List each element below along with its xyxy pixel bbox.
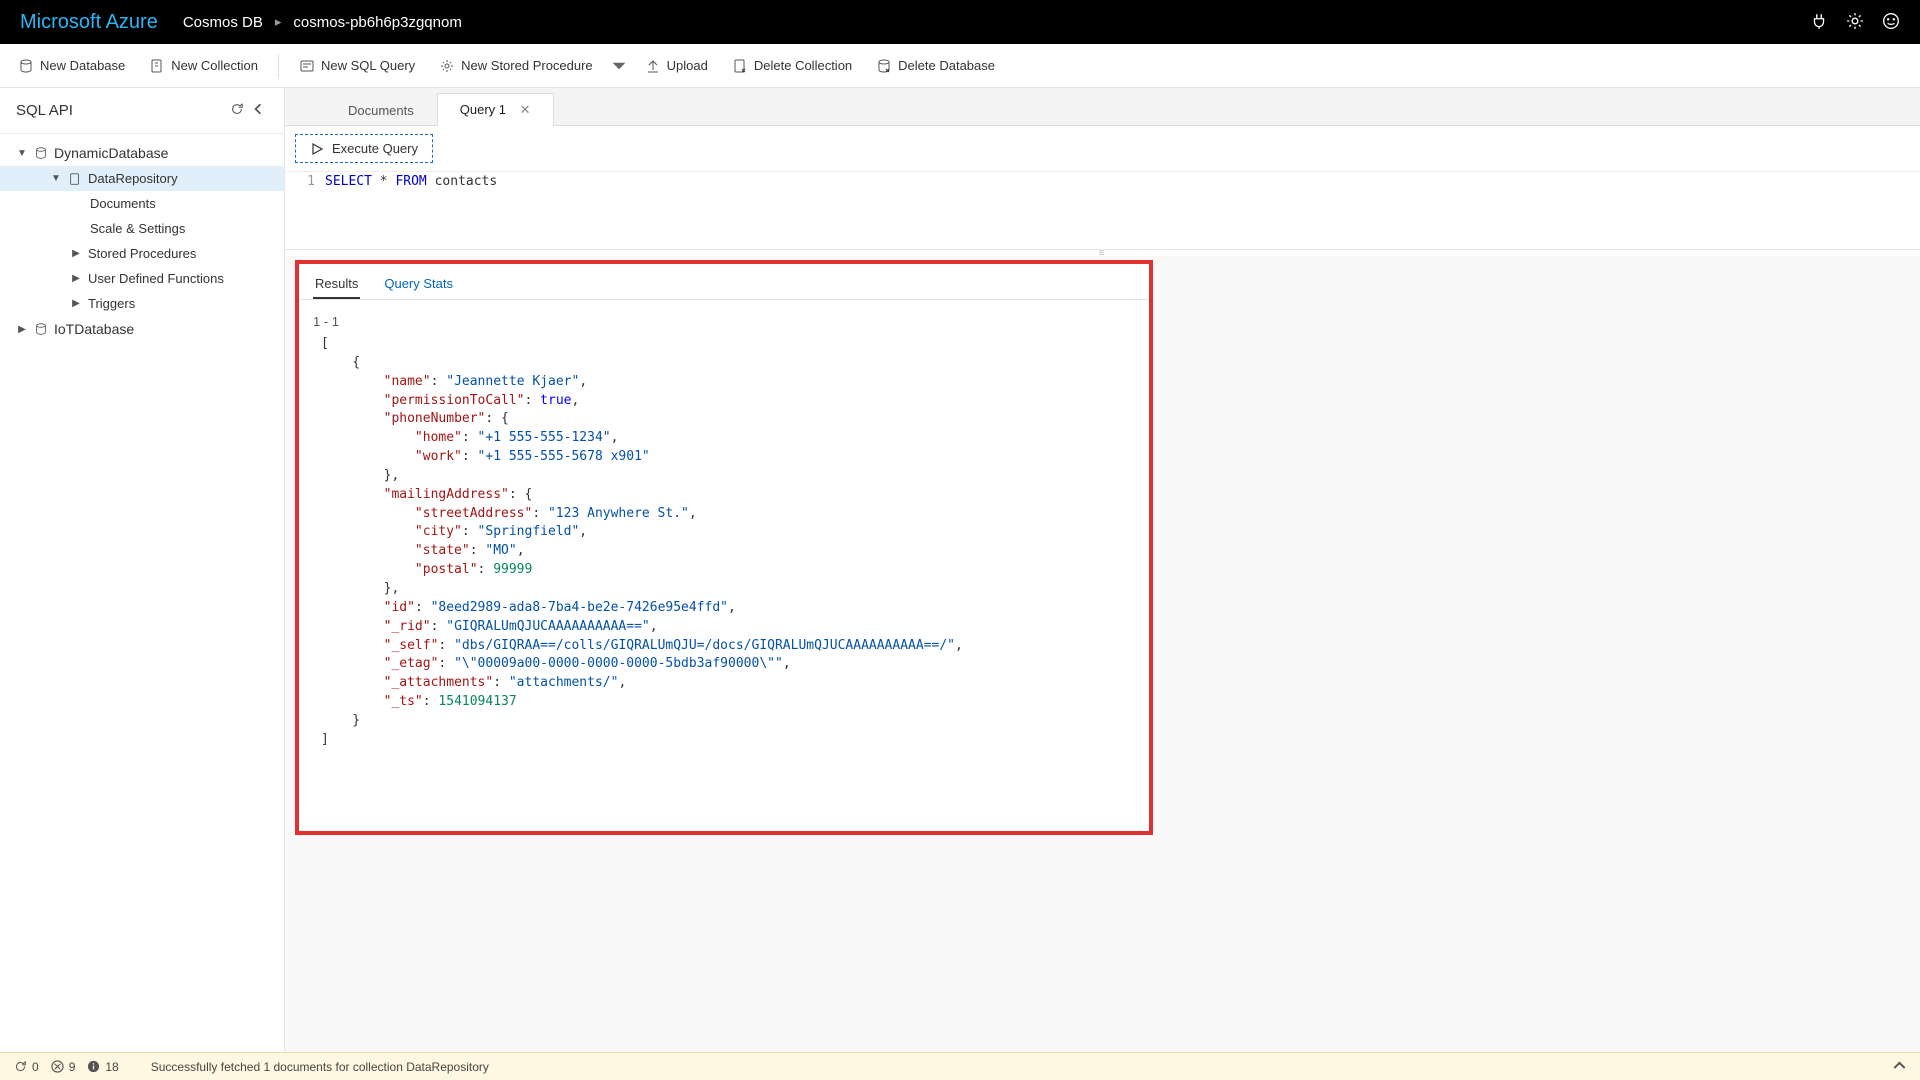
brand-logo[interactable]: Microsoft Azure <box>20 11 158 34</box>
new-stored-procedure-dropdown[interactable] <box>607 52 631 80</box>
tree-item-scale-settings[interactable]: Scale & Settings <box>0 216 284 241</box>
status-errors[interactable]: 9 <box>51 1060 76 1074</box>
delete-database-button[interactable]: Delete Database <box>866 52 1005 80</box>
tree-item-stored-procedures[interactable]: ▶Stored Procedures <box>0 241 284 266</box>
execute-query-label: Execute Query <box>332 141 418 156</box>
toolbar: New Database New Collection New SQL Quer… <box>0 44 1920 88</box>
new-sql-query-label: New SQL Query <box>321 58 415 73</box>
collapse-icon[interactable] <box>248 99 268 122</box>
tree-db1-label: DynamicDatabase <box>54 145 168 161</box>
tree-database-dynamic[interactable]: ▼ DynamicDatabase <box>0 140 284 166</box>
results-panel-highlighted: Results Query Stats 1 - 1 [ { "name": "J… <box>295 260 1153 835</box>
plug-icon[interactable] <box>1810 12 1828 33</box>
content: Documents Query 1 ✕ Execute Query 1 SELE… <box>285 88 1920 1052</box>
tree-item-triggers[interactable]: ▶Triggers <box>0 291 284 316</box>
status-expand-icon[interactable] <box>1893 1059 1906 1075</box>
refresh-icon[interactable] <box>226 98 248 123</box>
execute-query-button[interactable]: Execute Query <box>295 134 433 163</box>
chevron-right-icon[interactable]: ▶ <box>16 324 28 335</box>
tree-item-documents[interactable]: Documents <box>0 191 284 216</box>
tree: ▼ DynamicDatabase ▼ DataRepository Docum… <box>0 134 284 348</box>
status-message: Successfully fetched 1 documents for col… <box>151 1060 489 1074</box>
new-stored-procedure-label: New Stored Procedure <box>461 58 593 73</box>
close-tab-icon[interactable]: ✕ <box>520 102 531 117</box>
chevron-down-icon[interactable]: ▼ <box>50 173 62 184</box>
chevron-right-icon[interactable]: ▶ <box>70 248 82 259</box>
new-database-label: New Database <box>40 58 125 73</box>
json-results-view[interactable]: [ { "name": "Jeannette Kjaer", "permissi… <box>299 335 1149 760</box>
new-collection-button[interactable]: New Collection <box>139 52 268 80</box>
chevron-down-icon[interactable]: ▼ <box>16 148 28 159</box>
line-number: 1 <box>295 174 325 189</box>
sidebar-title: SQL API <box>16 102 226 119</box>
tab-query-1[interactable]: Query 1 ✕ <box>437 93 554 126</box>
status-bar: 0 9 18 Successfully fetched 1 documents … <box>0 1052 1920 1080</box>
gear-icon[interactable] <box>1846 12 1864 33</box>
new-sql-query-button[interactable]: New SQL Query <box>289 52 425 80</box>
tab-documents[interactable]: Documents <box>325 94 437 126</box>
delete-collection-button[interactable]: Delete Collection <box>722 52 862 80</box>
new-stored-procedure-button[interactable]: New Stored Procedure <box>429 52 603 80</box>
editor-tabs: Documents Query 1 ✕ <box>285 88 1920 126</box>
delete-collection-label: Delete Collection <box>754 58 852 73</box>
results-tab[interactable]: Results <box>313 270 360 299</box>
breadcrumb-sep: ▸ <box>275 14 282 30</box>
tree-collection-datarepository[interactable]: ▼ DataRepository <box>0 166 284 191</box>
sql-editor[interactable]: 1 SELECT * FROM contacts <box>285 172 1920 250</box>
drag-handle[interactable]: ≡ <box>285 250 1920 256</box>
chevron-right-icon[interactable]: ▶ <box>70 298 82 309</box>
tree-coll1-label: DataRepository <box>88 171 178 186</box>
upload-label: Upload <box>667 58 708 73</box>
status-sync[interactable]: 0 <box>14 1060 39 1074</box>
tree-item-udfs[interactable]: ▶User Defined Functions <box>0 266 284 291</box>
breadcrumb-root[interactable]: Cosmos DB <box>183 14 263 31</box>
chevron-right-icon[interactable]: ▶ <box>70 273 82 284</box>
smile-icon[interactable] <box>1882 12 1900 33</box>
new-database-button[interactable]: New Database <box>8 52 135 80</box>
breadcrumb-resource[interactable]: cosmos-pb6h6p3zgqnom <box>293 14 461 31</box>
sidebar: SQL API ▼ DynamicDatabase ▼ DataReposito… <box>0 88 285 1052</box>
query-stats-tab[interactable]: Query Stats <box>382 270 455 299</box>
new-collection-label: New Collection <box>171 58 258 73</box>
topbar: Microsoft Azure Cosmos DB ▸ cosmos-pb6h6… <box>0 0 1920 44</box>
tree-database-iot[interactable]: ▶ IoTDatabase <box>0 316 284 342</box>
tree-db2-label: IoTDatabase <box>54 321 134 337</box>
status-info[interactable]: 18 <box>87 1060 118 1074</box>
delete-database-label: Delete Database <box>898 58 995 73</box>
upload-button[interactable]: Upload <box>635 52 718 80</box>
toolbar-separator <box>278 54 279 78</box>
result-count: 1 - 1 <box>299 300 1149 335</box>
